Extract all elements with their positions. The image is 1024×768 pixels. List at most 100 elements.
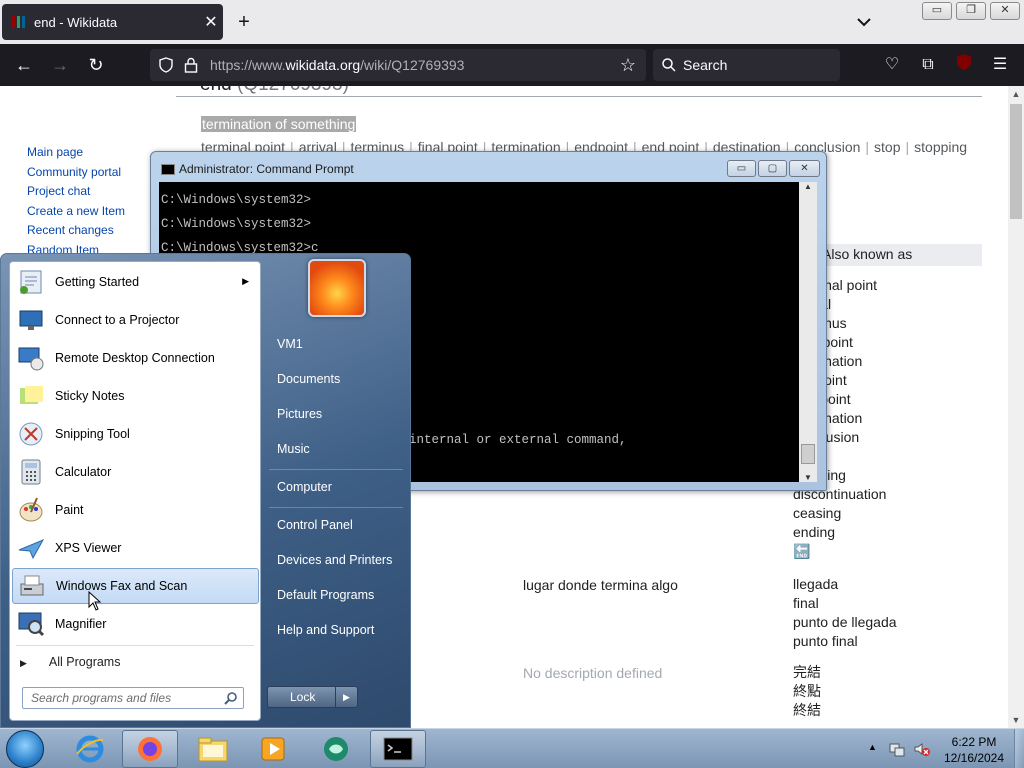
taskbar: ▲ 6:22 PM 12/16/2024 (0, 728, 1024, 768)
shutdown-options-arrow-icon[interactable]: ▶ (335, 687, 357, 707)
wikidata-favicon-icon (12, 16, 26, 28)
menu-icon[interactable]: ☰ (988, 53, 1012, 77)
extensions-icon[interactable]: ⧉ (916, 53, 940, 77)
getting-started-icon (15, 266, 47, 298)
cmd-close-button[interactable]: ✕ (789, 160, 820, 177)
clock-date: 12/16/2024 (943, 751, 1005, 765)
sidebar-item-project-chat[interactable]: Project chat (27, 182, 125, 202)
start-right-pictures[interactable]: Pictures (277, 407, 322, 421)
network-status-icon[interactable] (888, 740, 906, 761)
no-description-text: No description defined (523, 665, 663, 681)
all-programs-arrow-icon: ▶ (20, 658, 27, 668)
cmd-window-title: Administrator: Command Prompt (179, 162, 354, 176)
page-scrollbar-thumb[interactable] (1010, 104, 1022, 219)
lock-icon[interactable] (184, 57, 198, 76)
tab-title: end - Wikidata (34, 14, 118, 30)
volume-muted-icon[interactable] (913, 740, 931, 761)
list-tabs-icon[interactable] (852, 10, 876, 34)
start-right-control-panel[interactable]: Control Panel (277, 518, 353, 532)
program-xps-viewer[interactable]: XPS Viewer (12, 530, 259, 566)
item-description: termination of something (201, 116, 357, 132)
close-tab-icon[interactable]: ✕ (199, 12, 223, 32)
command-prompt-taskbar-icon[interactable] (370, 730, 426, 768)
spanish-aliases-list: llegada final punto de llegada punto fin… (793, 576, 897, 649)
user-avatar[interactable] (308, 259, 366, 317)
restore-window-button[interactable]: ❐ (956, 2, 986, 20)
internet-explorer-icon[interactable] (62, 730, 118, 768)
start-right-vm1[interactable]: VM1 (277, 337, 303, 351)
browser-tab-bar: end - Wikidata ✕ + ▭ ❐ ✕ (0, 0, 1024, 44)
sidebar-item-create-item[interactable]: Create a new Item (27, 202, 125, 222)
program-paint[interactable]: Paint (12, 492, 259, 528)
program-snipping-tool[interactable]: Snipping Tool (12, 416, 259, 452)
show-desktop-button[interactable] (1014, 729, 1024, 768)
media-player-icon[interactable] (246, 730, 302, 768)
start-search-icon[interactable] (224, 691, 238, 708)
cmd-maximize-button[interactable]: ▢ (758, 160, 787, 177)
close-window-button[interactable]: ✕ (990, 2, 1020, 20)
search-bar[interactable]: Search (653, 49, 840, 81)
program-windows-fax-and-scan[interactable]: Windows Fax and Scan (12, 568, 259, 604)
network-app-icon[interactable] (308, 730, 364, 768)
page-title: end (Q12769393) (200, 86, 349, 96)
projector-icon (15, 304, 47, 336)
start-menu-programs-pane: Getting Started ▶ Connect to a Projector… (9, 261, 261, 721)
clock-time: 6:22 PM (951, 735, 997, 749)
start-right-music[interactable]: Music (277, 442, 310, 456)
cmd-scrollbar-thumb[interactable] (801, 444, 815, 464)
back-icon[interactable]: ← (12, 53, 36, 77)
program-calculator[interactable]: Calculator (12, 454, 259, 490)
minimize-window-button[interactable]: ▭ (922, 2, 952, 20)
system-clock[interactable]: 6:22 PM 12/16/2024 (935, 734, 1013, 766)
start-right-help-and-support[interactable]: Help and Support (277, 623, 374, 637)
spanish-description: lugar donde termina algo (523, 577, 678, 593)
start-right-devices-and-printers[interactable]: Devices and Printers (277, 553, 392, 567)
pocket-icon[interactable]: ♡ (880, 53, 904, 77)
sidebar-item-community-portal[interactable]: Community portal (27, 163, 125, 183)
magnifier-icon (15, 608, 47, 640)
file-explorer-icon[interactable] (185, 730, 241, 768)
bookmark-star-icon[interactable]: ☆ (620, 55, 636, 76)
reload-icon[interactable]: ↻ (84, 53, 108, 77)
paint-icon (15, 494, 47, 526)
start-right-documents[interactable]: Documents (277, 372, 340, 386)
search-bar-label: Search (683, 57, 728, 73)
ublock-origin-icon[interactable] (952, 53, 976, 77)
sidebar-navigation: Main page Community portal Project chat … (27, 143, 125, 260)
remote-desktop-icon (15, 342, 47, 374)
program-sticky-notes[interactable]: Sticky Notes (12, 378, 259, 414)
tracking-protection-shield-icon[interactable] (158, 57, 174, 76)
firefox-taskbar-icon[interactable] (122, 730, 178, 768)
lock-button[interactable]: Lock ▶ (267, 686, 358, 708)
cmd-partial-line: internal or external command, (409, 433, 627, 447)
sidebar-item-main-page[interactable]: Main page (27, 143, 125, 163)
cmd-scrollbar[interactable]: ▲ ▼ (799, 182, 817, 482)
program-remote-desktop[interactable]: Remote Desktop Connection (12, 340, 259, 376)
fax-and-scan-icon (16, 570, 48, 602)
browser-toolbar: ← → ↻ https://www.wikidata.org/wiki/Q127… (0, 44, 1024, 86)
sticky-notes-icon (15, 380, 47, 412)
all-programs-button[interactable]: ▶ All Programs (20, 655, 120, 669)
forward-icon[interactable]: → (48, 53, 72, 77)
calculator-icon (15, 456, 47, 488)
cmd-minimize-button[interactable]: ▭ (727, 160, 756, 177)
sidebar-item-recent-changes[interactable]: Recent changes (27, 221, 125, 241)
show-hidden-icons-icon[interactable]: ▲ (868, 742, 877, 752)
start-search-input[interactable]: Search programs and files (22, 687, 244, 709)
search-icon (661, 57, 677, 76)
snipping-tool-icon (15, 418, 47, 450)
start-menu: Getting Started ▶ Connect to a Projector… (0, 253, 411, 728)
address-bar[interactable]: https://www.wikidata.org/wiki/Q12769393 … (150, 49, 646, 81)
program-getting-started[interactable]: Getting Started ▶ (12, 264, 259, 300)
url-text: https://www.wikidata.org/wiki/Q12769393 (210, 57, 465, 73)
start-right-computer[interactable]: Computer (277, 480, 332, 494)
browser-tab[interactable]: end - Wikidata ✕ (2, 4, 223, 40)
program-magnifier[interactable]: Magnifier (12, 606, 259, 642)
start-right-default-programs[interactable]: Default Programs (277, 588, 374, 602)
submenu-arrow-icon: ▶ (242, 276, 249, 286)
page-scrollbar[interactable]: ▲ ▼ (1008, 86, 1024, 728)
start-button-windows-logo-icon[interactable] (6, 730, 44, 768)
new-tab-icon[interactable]: + (232, 10, 256, 34)
mouse-cursor-icon (88, 590, 102, 614)
program-connect-to-projector[interactable]: Connect to a Projector (12, 302, 259, 338)
